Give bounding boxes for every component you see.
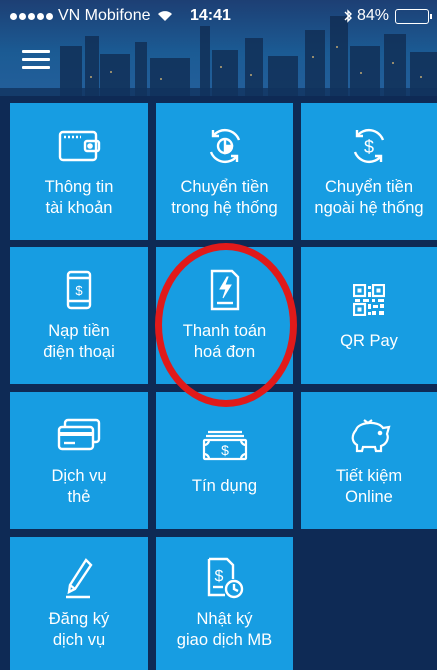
clock: 14:41 xyxy=(190,7,231,24)
tile-label: QR Pay xyxy=(340,332,398,350)
svg-text:$: $ xyxy=(75,283,83,298)
service-grid: Thông tin tài khoản Chuyển tiền trong hệ t… xyxy=(0,96,437,670)
banknote-icon: $ xyxy=(202,424,248,466)
tile-label: Đăng ký dịch vụ xyxy=(48,609,110,649)
piggy-bank-icon xyxy=(346,414,392,456)
battery-percent: 84% xyxy=(356,7,389,24)
wallet-icon xyxy=(57,125,101,167)
bill-bolt-icon xyxy=(208,269,242,311)
header-banner: VN Mobifone 14:41 84% xyxy=(0,0,437,96)
svg-text:$: $ xyxy=(364,137,374,157)
tile-label: Chuyển tiền ngoài hệ thống xyxy=(314,177,424,217)
tile-account-info[interactable]: Thông tin tài khoản xyxy=(10,103,148,240)
tile-label: Dịch vụ thẻ xyxy=(51,466,107,506)
carrier-name: VN Mobifone xyxy=(58,7,151,24)
hamburger-menu-icon[interactable] xyxy=(22,50,50,70)
wifi-icon xyxy=(157,11,172,21)
tile-card-services[interactable]: Dịch vụ thẻ xyxy=(10,392,148,529)
tile-phone-topup[interactable]: $ Nạp tiền điện thoại xyxy=(10,247,148,384)
tile-label: Thông tin tài khoản xyxy=(44,177,114,217)
svg-text:$: $ xyxy=(214,568,223,585)
battery-icon xyxy=(395,8,432,24)
tile-bill-payment[interactable]: Thanh toán hoá đơn xyxy=(156,247,293,384)
tile-external-transfer[interactable]: $ Chuyển tiền ngoài hệ thống xyxy=(301,103,437,240)
history-document-icon: $ xyxy=(205,557,245,599)
tile-register-services[interactable]: Đăng ký dịch vụ xyxy=(10,537,148,670)
tile-label: Nhật ký giao dịch MB xyxy=(176,609,273,649)
tile-label: Thanh toán hoá đơn xyxy=(182,321,267,361)
dollar-cycle-icon: $ xyxy=(349,125,389,167)
status-bar: VN Mobifone 14:41 84% xyxy=(0,0,437,32)
signal-strength-icon xyxy=(10,12,53,20)
cards-icon xyxy=(57,414,101,456)
bluetooth-icon xyxy=(344,9,352,23)
tile-credit[interactable]: $ Tín dụng xyxy=(156,392,293,529)
tile-qr-pay[interactable]: QR Pay xyxy=(301,247,437,384)
tile-transaction-history[interactable]: $ Nhật ký giao dịch MB xyxy=(156,537,293,670)
tile-online-savings[interactable]: Tiết kiệm Online xyxy=(301,392,437,529)
phone-dollar-icon: $ xyxy=(65,269,93,311)
tile-label: Tiết kiệm Online xyxy=(335,466,403,506)
tile-label: Tín dụng xyxy=(191,477,258,495)
pen-icon xyxy=(64,557,94,599)
tile-label: Nạp tiền điện thoại xyxy=(43,321,115,361)
tile-label: Chuyển tiền trong hệ thống xyxy=(171,177,278,217)
svg-text:$: $ xyxy=(221,442,229,458)
qr-code-icon xyxy=(353,279,385,321)
transfer-cycle-icon xyxy=(205,125,245,167)
tile-internal-transfer[interactable]: Chuyển tiền trong hệ thống xyxy=(156,103,293,240)
